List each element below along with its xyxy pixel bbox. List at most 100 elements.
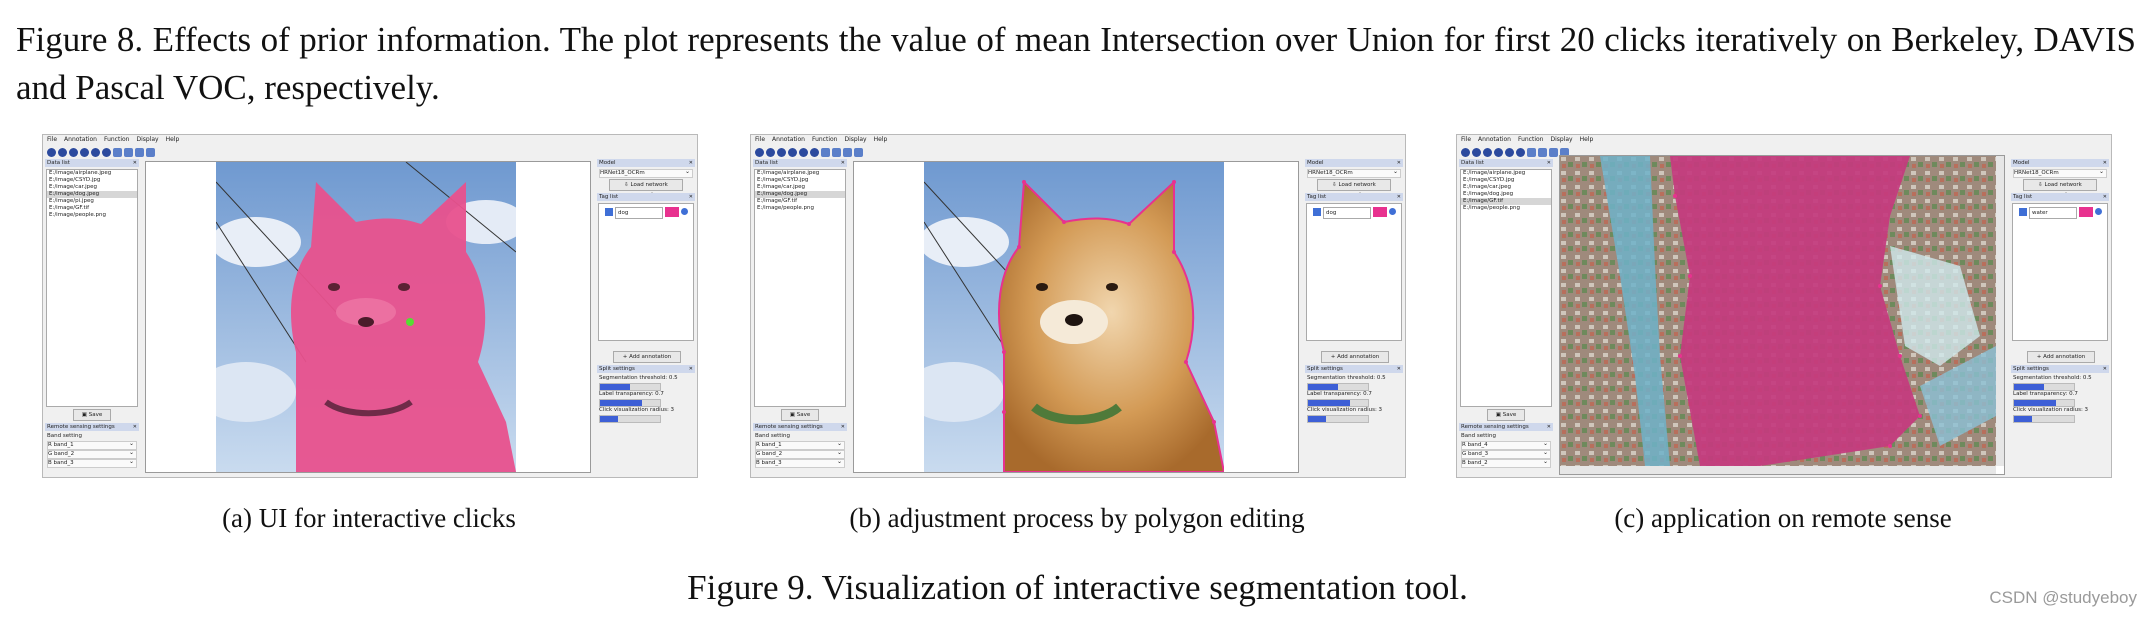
toolbar-settings-icon[interactable]	[146, 148, 155, 157]
tag-row[interactable]: dog	[1311, 206, 1397, 219]
toolbar-settings-icon[interactable]	[854, 148, 863, 157]
click-radius-slider[interactable]	[1307, 415, 1369, 423]
menu-help[interactable]: Help	[874, 136, 888, 143]
menu-function[interactable]: Function	[812, 136, 838, 143]
model-select[interactable]: HRNet18_OCRm	[599, 168, 693, 178]
file-item[interactable]: E:/image/CSYD.jpg	[1461, 177, 1551, 184]
file-item[interactable]: E:/image/GF.tif	[755, 198, 845, 205]
file-item[interactable]: E:/image/car.jpeg	[1461, 184, 1551, 191]
toolbar-polygon-icon[interactable]	[832, 148, 841, 157]
toolbar-prev-icon[interactable]	[1494, 148, 1503, 157]
band-b-select[interactable]: B band_3	[47, 458, 137, 468]
menu-display[interactable]: Display	[136, 136, 158, 143]
toolbar-clear-icon[interactable]	[821, 148, 830, 157]
toolbar-polygon-icon[interactable]	[1538, 148, 1547, 157]
model-select[interactable]: HRNet18_OCRm	[1307, 168, 1401, 178]
tag-name-field[interactable]: dog	[615, 207, 663, 219]
file-item-selected[interactable]: E:/image/dog.jpeg	[47, 191, 137, 198]
toolbar-redo-icon[interactable]	[777, 148, 786, 157]
toolbar-undo-icon[interactable]	[58, 148, 67, 157]
tag-color-swatch[interactable]	[2079, 207, 2093, 217]
menu-display[interactable]: Display	[844, 136, 866, 143]
toolbar-next-icon[interactable]	[91, 148, 100, 157]
tag-row[interactable]: dog	[603, 206, 689, 219]
add-annotation-button[interactable]: + Add annotation	[2027, 351, 2095, 363]
toolbar-polygon-icon[interactable]	[124, 148, 133, 157]
file-item[interactable]: E:/image/CSYD.jpg	[47, 177, 137, 184]
menu-file[interactable]: File	[755, 136, 765, 143]
file-item[interactable]: E:/image/dog.jpeg	[1461, 191, 1551, 198]
file-item[interactable]: E:/image/airplane.jpeg	[1461, 170, 1551, 177]
toolbar-redo-icon[interactable]	[69, 148, 78, 157]
menu-function[interactable]: Function	[104, 136, 130, 143]
toolbar-label-icon[interactable]	[843, 148, 852, 157]
toolbar-check-icon[interactable]	[47, 148, 56, 157]
menu-help[interactable]: Help	[166, 136, 180, 143]
toolbar-finish-icon[interactable]	[810, 148, 819, 157]
load-network-parameters-button[interactable]: ⇩ Load network parameters	[2023, 179, 2097, 198]
tag-color-swatch[interactable]	[1373, 207, 1387, 217]
label-transparency-slider[interactable]	[2013, 399, 2075, 407]
image-canvas[interactable]	[1559, 155, 2005, 475]
label-transparency-slider[interactable]	[1307, 399, 1369, 407]
band-g-select[interactable]: G band_2	[47, 449, 137, 459]
save-button[interactable]: ▣ Save	[73, 409, 111, 421]
file-item[interactable]: E:/image/GF.tif	[47, 205, 137, 212]
file-item[interactable]: E:/image/people.png	[755, 205, 845, 212]
tag-row[interactable]: water	[2017, 206, 2103, 219]
band-g-select[interactable]: G band_3	[1461, 449, 1551, 459]
tag-name-field[interactable]: water	[2029, 207, 2077, 219]
toolbar-finish-icon[interactable]	[1516, 148, 1525, 157]
toolbar-undo-icon[interactable]	[1472, 148, 1481, 157]
file-item[interactable]: E:/image/people.png	[47, 212, 137, 219]
image-canvas[interactable]	[853, 161, 1299, 473]
file-item[interactable]: E:/image/car.jpeg	[47, 184, 137, 191]
vertical-scrollbar[interactable]	[1996, 156, 2004, 466]
tag-color-swatch[interactable]	[665, 207, 679, 217]
menu-annotation[interactable]: Annotation	[772, 136, 805, 143]
tag-remove-icon[interactable]	[2095, 208, 2102, 215]
file-item[interactable]: E:/image/people.png	[1461, 205, 1551, 212]
menu-annotation[interactable]: Annotation	[1478, 136, 1511, 143]
toolbar-prev-icon[interactable]	[788, 148, 797, 157]
band-g-select[interactable]: G band_2	[755, 449, 845, 459]
tag-remove-icon[interactable]	[1389, 208, 1396, 215]
add-annotation-button[interactable]: + Add annotation	[613, 351, 681, 363]
click-radius-slider[interactable]	[2013, 415, 2075, 423]
toolbar-label-icon[interactable]	[1549, 148, 1558, 157]
menu-file[interactable]: File	[1461, 136, 1471, 143]
toolbar-redo-icon[interactable]	[1483, 148, 1492, 157]
toolbar-next-icon[interactable]	[799, 148, 808, 157]
data-list[interactable]: E:/image/airplane.jpeg E:/image/CSYD.jpg…	[754, 169, 846, 407]
band-b-select[interactable]: B band_2	[1461, 458, 1551, 468]
toolbar-clear-icon[interactable]	[113, 148, 122, 157]
toolbar-clear-icon[interactable]	[1527, 148, 1536, 157]
band-r-select[interactable]: R band_1	[47, 440, 137, 450]
save-button[interactable]: ▣ Save	[1487, 409, 1525, 421]
toolbar-next-icon[interactable]	[1505, 148, 1514, 157]
menu-function[interactable]: Function	[1518, 136, 1544, 143]
band-b-select[interactable]: B band_3	[755, 458, 845, 468]
file-item[interactable]: E:/image/CSYD.jpg	[755, 177, 845, 184]
file-item[interactable]: E:/image/airplane.jpeg	[47, 170, 137, 177]
save-button[interactable]: ▣ Save	[781, 409, 819, 421]
band-r-select[interactable]: R band_1	[755, 440, 845, 450]
file-item[interactable]: E:/image/pi.jpeg	[47, 198, 137, 205]
menu-annotation[interactable]: Annotation	[64, 136, 97, 143]
tag-remove-icon[interactable]	[681, 208, 688, 215]
segmentation-threshold-slider[interactable]	[599, 383, 661, 391]
file-item-selected[interactable]: E:/image/GF.tif	[1461, 198, 1551, 205]
horizontal-scrollbar[interactable]	[1560, 466, 1996, 474]
file-item[interactable]: E:/image/car.jpeg	[755, 184, 845, 191]
segmentation-threshold-slider[interactable]	[2013, 383, 2075, 391]
band-r-select[interactable]: R band_4	[1461, 440, 1551, 450]
menu-display[interactable]: Display	[1550, 136, 1572, 143]
image-canvas[interactable]	[145, 161, 591, 473]
menu-file[interactable]: File	[47, 136, 57, 143]
segmentation-threshold-slider[interactable]	[1307, 383, 1369, 391]
file-item-selected[interactable]: E:/image/dog.jpeg	[755, 191, 845, 198]
tag-name-field[interactable]: dog	[1323, 207, 1371, 219]
toolbar-prev-icon[interactable]	[80, 148, 89, 157]
toolbar-check-icon[interactable]	[755, 148, 764, 157]
toolbar-check-icon[interactable]	[1461, 148, 1470, 157]
